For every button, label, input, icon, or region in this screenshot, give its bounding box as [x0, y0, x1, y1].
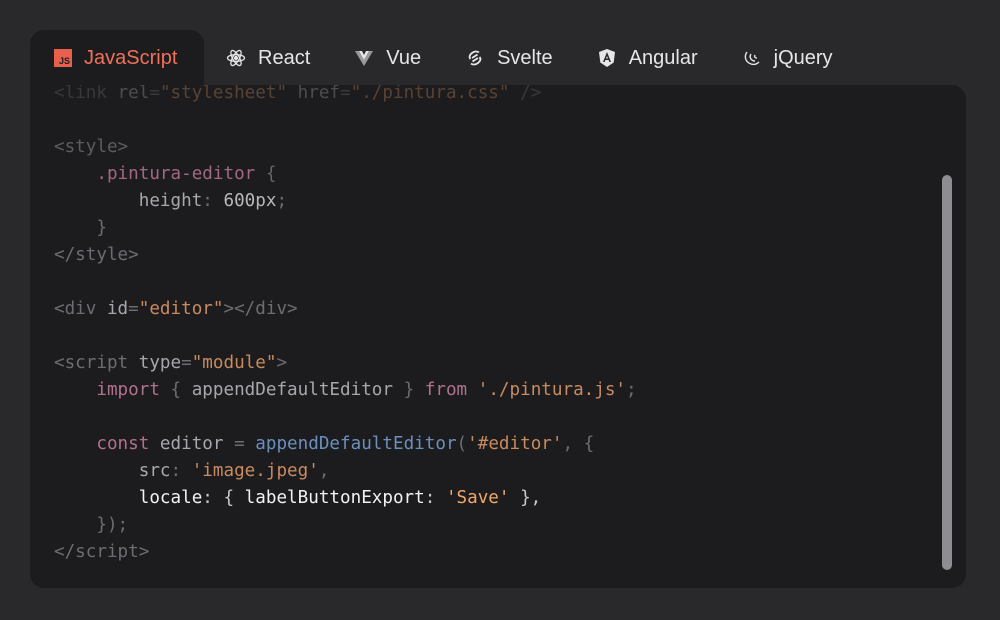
- code-token-punc: : {: [202, 488, 245, 508]
- code-line: <script type="module">: [54, 350, 637, 377]
- code-token-punc: , {: [562, 434, 595, 454]
- tab-angular[interactable]: Angular: [575, 30, 720, 86]
- tab-label: Vue: [386, 46, 422, 69]
- code-block: <link rel="stylesheet" href="./pintura.c…: [54, 85, 637, 566]
- code-token-tag: <style>: [54, 137, 129, 157]
- code-token-punc: }: [392, 380, 425, 400]
- code-token-plain: appendDefaultEditor: [191, 380, 393, 400]
- code-line: locale: { labelButtonExport: 'Save' },: [54, 485, 637, 512]
- code-token-punc: =: [128, 299, 139, 319]
- code-token-str: 'Save': [445, 488, 510, 508]
- code-token-punc: =: [181, 353, 192, 373]
- code-token-attr: labelButtonExport: [244, 488, 425, 508]
- code-line: }: [54, 215, 637, 242]
- code-token-str: "./pintura.css": [350, 85, 510, 103]
- code-token-punc: />: [509, 85, 542, 103]
- code-line: .pintura-editor {: [54, 161, 637, 188]
- code-token-tag: <div: [54, 299, 107, 319]
- code-token-str: 'image.jpeg': [191, 461, 319, 481]
- code-token-tag: <script: [54, 353, 139, 373]
- tab-label: Angular: [628, 46, 698, 69]
- code-line: });: [54, 512, 637, 539]
- code-token-attr: src: [54, 461, 171, 481]
- tab-javascript[interactable]: JS JavaScript: [30, 30, 204, 86]
- code-token-punc: {: [255, 164, 277, 184]
- code-token-kw: import: [54, 380, 160, 400]
- code-line: </script>: [54, 539, 637, 566]
- code-panel: <link rel="stylesheet" href="./pintura.c…: [30, 85, 966, 588]
- code-line: <style>: [54, 134, 637, 161]
- code-token-punc: =: [234, 434, 256, 454]
- code-token-kw: from: [424, 380, 468, 400]
- code-token-kw: const: [54, 434, 150, 454]
- code-line: <link rel="stylesheet" href="./pintura.c…: [54, 85, 637, 107]
- tab-label: jQuery: [773, 46, 833, 69]
- code-token-attr: rel: [117, 85, 150, 103]
- jquery-icon: [742, 48, 762, 68]
- code-line: height: 600px;: [54, 188, 637, 215]
- tab-react[interactable]: React: [204, 30, 332, 86]
- code-line: const editor = appendDefaultEditor('#edi…: [54, 431, 637, 458]
- code-token-tag: ></div>: [223, 299, 298, 319]
- code-token-attr: type: [138, 353, 182, 373]
- code-token-tag: >: [276, 353, 288, 373]
- tab-jquery[interactable]: jQuery: [720, 30, 855, 86]
- code-token-punc: =: [149, 85, 160, 103]
- code-token-punc: (: [456, 434, 468, 454]
- code-token-str: './pintura.js': [467, 380, 627, 400]
- tab-label: React: [258, 46, 311, 69]
- code-token-punc: :: [202, 191, 224, 211]
- code-token-tag: </style>: [54, 245, 139, 265]
- code-token-attr: height: [54, 191, 203, 211]
- code-token-str: "editor": [138, 299, 224, 319]
- code-line: import { appendDefaultEditor } from './p…: [54, 377, 637, 404]
- code-token-punc: ,: [318, 461, 330, 481]
- scrollbar[interactable]: [942, 175, 952, 570]
- tab-label: Svelte: [497, 46, 553, 69]
- code-token-plain: editor: [149, 434, 235, 454]
- code-token-str: "module": [191, 353, 277, 373]
- tab-label: JavaScript: [84, 46, 178, 69]
- code-token-punc: });: [54, 515, 129, 535]
- code-token-attr: id: [106, 299, 129, 319]
- code-token-punc: }: [54, 218, 107, 238]
- code-line: </style>: [54, 242, 637, 269]
- code-line: src: 'image.jpeg',: [54, 458, 637, 485]
- javascript-icon: JS: [54, 49, 72, 67]
- code-token-punc: =: [340, 85, 351, 103]
- code-token-punc: ;: [276, 191, 288, 211]
- code-token-punc: :: [424, 488, 446, 508]
- tab-svelte[interactable]: Svelte: [443, 30, 575, 86]
- code-token-attr: locale: [54, 488, 203, 508]
- code-token-punc: ;: [626, 380, 637, 400]
- code-token-tag: <link: [54, 85, 118, 103]
- framework-tabs: JS JavaScript React Vue Svelte Angular jQuery: [30, 30, 855, 86]
- code-token-str: "stylesheet": [159, 85, 288, 103]
- code-token-punc: {: [159, 380, 192, 400]
- angular-icon: [597, 48, 617, 68]
- react-icon: [226, 48, 246, 68]
- code-token-attr: href: [287, 85, 341, 103]
- tab-vue[interactable]: Vue: [332, 30, 443, 86]
- vue-icon: [354, 48, 374, 68]
- code-token-punc: },: [509, 488, 542, 508]
- code-token-tag: </script>: [54, 542, 150, 562]
- code-token-str: '#editor': [467, 434, 563, 454]
- code-line: <div id="editor"></div>: [54, 296, 637, 323]
- code-token-fn: appendDefaultEditor: [255, 434, 457, 454]
- code-token-punc: :: [170, 461, 192, 481]
- svelte-icon: [465, 48, 485, 68]
- code-token-num: 600px: [223, 191, 277, 211]
- code-token-sel: .pintura-editor: [54, 164, 256, 184]
